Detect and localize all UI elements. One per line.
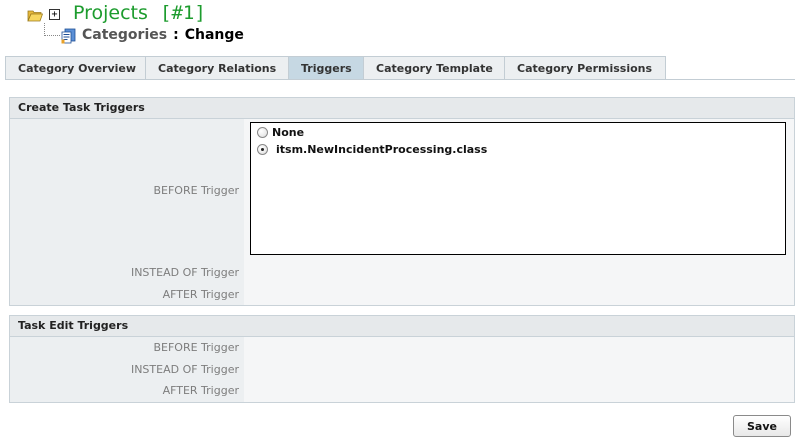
edit-instead-trigger-label: INSTEAD OF Trigger bbox=[10, 359, 244, 380]
tab-category-overview[interactable]: Category Overview bbox=[5, 56, 146, 80]
create-after-trigger-label: AFTER Trigger bbox=[10, 284, 244, 305]
create-before-trigger-label: BEFORE Trigger bbox=[10, 119, 244, 262]
create-task-triggers-section: Create Task Triggers BEFORE Trigger None… bbox=[9, 97, 795, 306]
create-instead-trigger-label: INSTEAD OF Trigger bbox=[10, 262, 244, 284]
edit-after-trigger-row: AFTER Trigger bbox=[10, 380, 794, 402]
create-after-trigger-row: AFTER Trigger bbox=[10, 284, 794, 305]
tree-connector bbox=[44, 23, 60, 36]
create-before-trigger-row: BEFORE Trigger None itsm.NewIncidentProc… bbox=[10, 119, 794, 262]
breadcrumb-separator: : bbox=[173, 27, 179, 43]
create-before-trigger-value: None itsm.NewIncidentProcessing.class bbox=[244, 119, 794, 262]
breadcrumb-current: Change bbox=[184, 27, 244, 43]
radio-incident-selected[interactable] bbox=[257, 144, 268, 155]
breadcrumb-categories-link[interactable]: Categories bbox=[82, 27, 167, 43]
tab-underline bbox=[5, 79, 795, 80]
edit-instead-trigger-row: INSTEAD OF Trigger bbox=[10, 359, 794, 380]
trigger-option-incident[interactable]: itsm.NewIncidentProcessing.class bbox=[257, 143, 487, 156]
tab-category-relations[interactable]: Category Relations bbox=[145, 56, 289, 80]
edit-before-trigger-value bbox=[244, 337, 794, 359]
before-trigger-radio-list: None itsm.NewIncidentProcessing.class bbox=[250, 122, 786, 255]
tab-triggers[interactable]: Triggers bbox=[288, 56, 364, 80]
edit-before-trigger-row: BEFORE Trigger bbox=[10, 337, 794, 359]
task-edit-triggers-title: Task Edit Triggers bbox=[10, 316, 794, 337]
create-instead-trigger-value bbox=[244, 262, 794, 284]
tab-bar: Category Overview Category Relations Tri… bbox=[5, 56, 666, 80]
create-instead-trigger-row: INSTEAD OF Trigger bbox=[10, 262, 794, 284]
edit-before-trigger-label: BEFORE Trigger bbox=[10, 337, 244, 359]
trigger-option-incident-label: itsm.NewIncidentProcessing.class bbox=[276, 143, 488, 156]
task-edit-triggers-section: Task Edit Triggers BEFORE Trigger INSTEA… bbox=[9, 315, 795, 403]
project-id: [#1] bbox=[160, 2, 206, 24]
radio-none[interactable] bbox=[257, 127, 268, 138]
breadcrumb: Categories: Change bbox=[82, 27, 244, 43]
tab-category-permissions[interactable]: Category Permissions bbox=[504, 56, 666, 80]
tab-category-template[interactable]: Category Template bbox=[363, 56, 505, 80]
save-button[interactable]: Save bbox=[733, 415, 791, 437]
category-icon bbox=[61, 28, 76, 44]
create-after-trigger-value bbox=[244, 284, 794, 305]
page-header: + Projects [#1] Categories: Change bbox=[0, 0, 800, 52]
create-task-triggers-title: Create Task Triggers bbox=[10, 98, 794, 119]
trigger-option-none-label: None bbox=[272, 126, 305, 139]
project-title[interactable]: Projects [#1] bbox=[73, 2, 206, 24]
project-name[interactable]: Projects bbox=[73, 2, 148, 24]
edit-after-trigger-value bbox=[244, 380, 794, 402]
edit-instead-trigger-value bbox=[244, 359, 794, 380]
edit-after-trigger-label: AFTER Trigger bbox=[10, 380, 244, 402]
folder-open-icon bbox=[27, 10, 43, 22]
tree-expander-icon[interactable]: + bbox=[49, 9, 60, 20]
trigger-option-none[interactable]: None bbox=[257, 126, 304, 139]
